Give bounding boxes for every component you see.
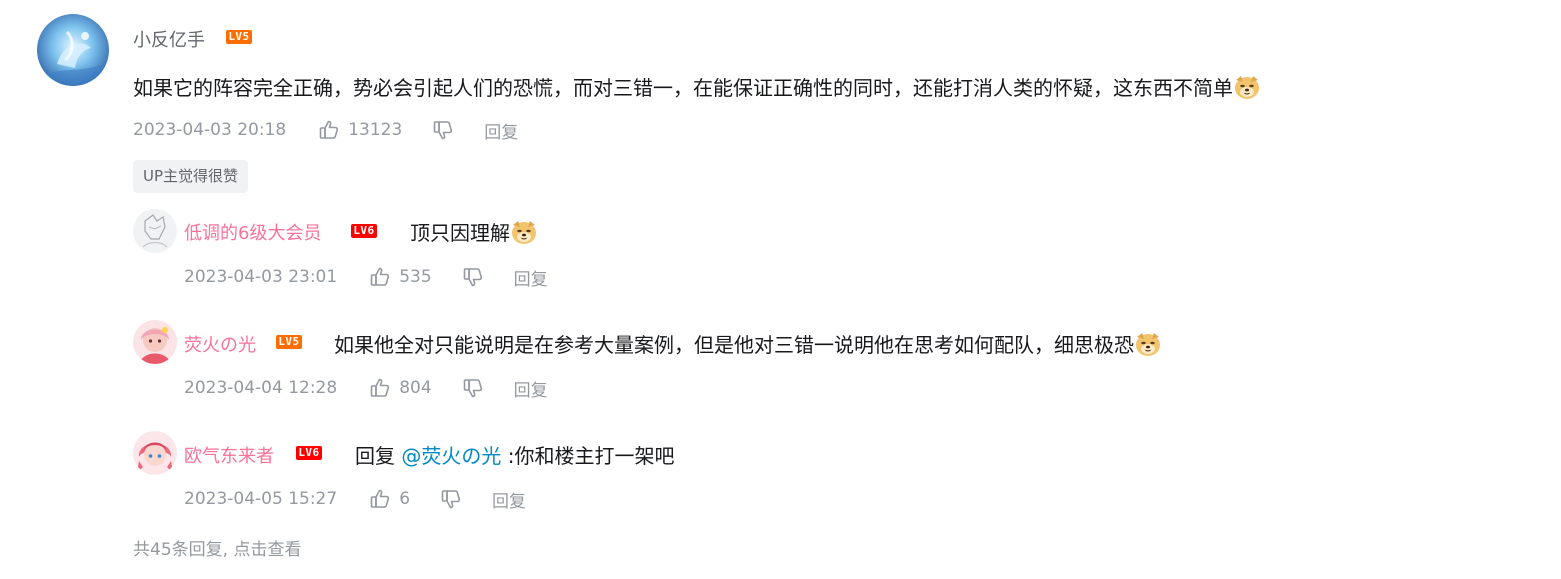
main-comment-meta: 2023-04-03 20:18 13123 回复 bbox=[133, 118, 518, 143]
comment-text: 顶只因理解 bbox=[410, 221, 510, 245]
level-badge: LV5 bbox=[276, 335, 302, 349]
dislike-icon bbox=[462, 377, 484, 399]
like-icon bbox=[369, 488, 391, 510]
reply-text: 如果他全对只能说明是在参考大量案例，但是他对三错一说明他在思考如何配队，细思极恐 bbox=[334, 329, 1162, 358]
like-button[interactable]: 13123 bbox=[318, 119, 402, 141]
reply-button[interactable]: 回复 bbox=[484, 118, 518, 143]
reply-avatar[interactable] bbox=[133, 209, 177, 253]
reply-username[interactable]: 荧火の光 bbox=[184, 331, 256, 357]
level-badge: LV6 bbox=[351, 224, 377, 238]
reply-meta: 2023-04-05 15:27 6 回复 bbox=[184, 487, 526, 512]
reply-username[interactable]: 欧气东来者 bbox=[184, 442, 274, 468]
comment-time: 2023-04-03 23:01 bbox=[184, 267, 338, 287]
like-icon bbox=[318, 119, 340, 141]
comment-text: :你和楼主打一架吧 bbox=[507, 444, 675, 468]
dislike-button[interactable] bbox=[462, 377, 484, 399]
reply-text: 回复 @荧火の光 :你和楼主打一架吧 bbox=[355, 440, 674, 469]
like-icon bbox=[369, 377, 391, 399]
reply-button[interactable]: 回复 bbox=[492, 487, 526, 512]
comment-thread: 小反亿手 LV5 如果它的阵容完全正确，势必会引起人们的恐慌，而对三错一，在能保… bbox=[0, 0, 1561, 579]
dislike-icon bbox=[462, 266, 484, 288]
reply-button[interactable]: 回复 bbox=[514, 265, 548, 290]
main-comment-text: 如果它的阵容完全正确，势必会引起人们的恐慌，而对三错一，在能保证正确性的同时，还… bbox=[133, 72, 1261, 101]
doge-emoji bbox=[1134, 330, 1162, 358]
level-badge: LV6 bbox=[296, 446, 322, 460]
reply-button[interactable]: 回复 bbox=[514, 376, 548, 401]
comment-text: 如果他全对只能说明是在参考大量案例，但是他对三错一说明他在思考如何配队，细思极恐 bbox=[334, 333, 1134, 357]
reply-avatar[interactable] bbox=[133, 431, 177, 475]
comment-text: 如果它的阵容完全正确，势必会引起人们的恐慌，而对三错一，在能保证正确性的同时，还… bbox=[133, 76, 1233, 100]
dislike-button[interactable] bbox=[440, 488, 462, 510]
reply-avatar[interactable] bbox=[133, 320, 177, 364]
dislike-button[interactable] bbox=[432, 119, 454, 141]
comment-time: 2023-04-05 15:27 bbox=[184, 489, 338, 509]
like-count: 804 bbox=[399, 378, 432, 398]
reply-meta: 2023-04-04 12:28 804 回复 bbox=[184, 376, 548, 401]
dislike-icon bbox=[432, 119, 454, 141]
dislike-icon bbox=[440, 488, 462, 510]
main-username[interactable]: 小反亿手 bbox=[133, 26, 205, 52]
like-button[interactable]: 535 bbox=[369, 266, 432, 288]
like-count: 6 bbox=[399, 489, 411, 509]
reply-username[interactable]: 低调的6级大会员 bbox=[184, 219, 321, 245]
level-badge: LV5 bbox=[226, 30, 252, 44]
mention-link[interactable]: @荧火の光 bbox=[401, 444, 501, 468]
reply-text: 顶只因理解 bbox=[410, 217, 538, 246]
reply-prefix: 回复 bbox=[355, 444, 395, 468]
comment-time: 2023-04-03 20:18 bbox=[133, 120, 287, 140]
like-icon bbox=[369, 266, 391, 288]
dislike-button[interactable] bbox=[462, 266, 484, 288]
like-button[interactable]: 6 bbox=[369, 488, 410, 510]
doge-emoji bbox=[510, 218, 538, 246]
comment-time: 2023-04-04 12:28 bbox=[184, 378, 338, 398]
view-more-replies[interactable]: 共45条回复, 点击查看 bbox=[133, 535, 301, 560]
up-liked-badge: UP主觉得很赞 bbox=[133, 160, 249, 193]
like-count: 13123 bbox=[348, 120, 403, 140]
reply-meta: 2023-04-03 23:01 535 回复 bbox=[184, 265, 548, 290]
like-button[interactable]: 804 bbox=[369, 377, 432, 399]
main-avatar[interactable] bbox=[37, 14, 109, 86]
like-count: 535 bbox=[399, 267, 432, 287]
doge-emoji bbox=[1233, 73, 1261, 101]
